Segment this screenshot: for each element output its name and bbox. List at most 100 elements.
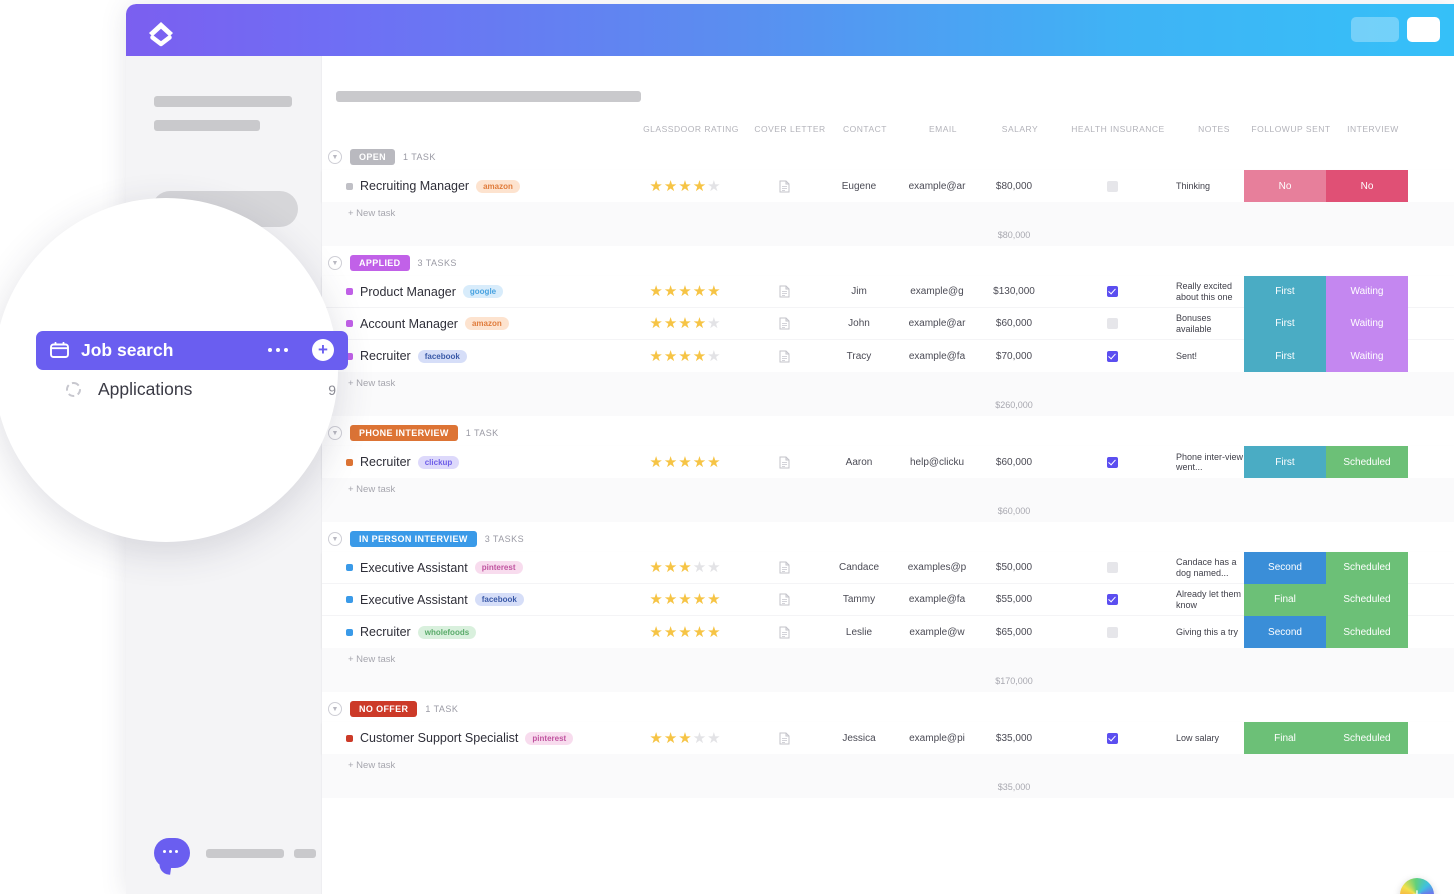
star-5[interactable]: ★ <box>707 349 720 364</box>
rating-stars[interactable]: ★ ★ ★ ★ ★ <box>649 592 720 607</box>
star-4[interactable]: ★ <box>693 455 706 470</box>
email-cell[interactable]: example@fa <box>898 340 976 372</box>
followup-sent-cell[interactable]: First <box>1244 446 1326 478</box>
rating-stars[interactable]: ★ ★ ★ ★ ★ <box>649 179 720 194</box>
rating-stars[interactable]: ★ ★ ★ ★ ★ <box>649 731 720 746</box>
task-name-cell[interactable]: Recruiter clickup <box>322 446 622 478</box>
task-name-cell[interactable]: Recruiter facebook <box>322 340 622 372</box>
contact-cell[interactable]: Eugene <box>820 170 898 202</box>
email-cell[interactable]: help@clicku <box>898 446 976 478</box>
email-cell[interactable]: example@w <box>898 616 976 648</box>
table-row[interactable]: Recruiter clickup ★ ★ ★ ★ ★ Aaron help@clicku $60… <box>322 446 1454 478</box>
followup-sent-cell[interactable]: Second <box>1244 616 1326 648</box>
star-1[interactable]: ★ <box>649 316 662 331</box>
sidebar-item-job-search[interactable]: Job search + <box>36 330 348 370</box>
notes-cell[interactable]: Low salary <box>1172 722 1244 754</box>
health-insurance-cell[interactable] <box>1052 722 1172 754</box>
followup-sent-cell[interactable]: No <box>1244 170 1326 202</box>
star-2[interactable]: ★ <box>664 592 677 607</box>
table-row[interactable]: Recruiter facebook ★ ★ ★ ★ ★ Tracy example@fa $70… <box>322 340 1454 372</box>
followup-sent-cell[interactable]: First <box>1244 307 1326 340</box>
rating-stars[interactable]: ★ ★ ★ ★ ★ <box>649 560 720 575</box>
glassdoor-rating-cell[interactable]: ★ ★ ★ ★ ★ <box>622 616 748 648</box>
rating-stars[interactable]: ★ ★ ★ ★ ★ <box>649 316 720 331</box>
interview-cell[interactable]: Scheduled <box>1326 722 1408 754</box>
star-5[interactable]: ★ <box>707 455 720 470</box>
star-4[interactable]: ★ <box>693 284 706 299</box>
contact-cell[interactable]: Jessica <box>820 722 898 754</box>
table-row[interactable]: Customer Support Specialist pinterest ★ ★ ★ ★… <box>322 722 1454 754</box>
contact-cell[interactable]: Jim <box>820 276 898 308</box>
task-name-cell[interactable]: Recruiting Manager amazon <box>322 170 622 202</box>
more-horizontal-icon[interactable] <box>267 347 288 353</box>
table-row[interactable]: Recruiting Manager amazon ★ ★ ★ ★ ★ Eugene examp… <box>322 170 1454 202</box>
topbar-solid-button[interactable] <box>1407 17 1440 42</box>
notes-cell[interactable]: Phone inter-view went... <box>1172 446 1244 478</box>
star-1[interactable]: ★ <box>649 560 662 575</box>
contact-cell[interactable]: John <box>820 308 898 340</box>
star-1[interactable]: ★ <box>649 284 662 299</box>
task-name-cell[interactable]: Executive Assistant facebook <box>322 584 622 616</box>
star-2[interactable]: ★ <box>664 179 677 194</box>
cover-letter-cell[interactable] <box>748 616 820 648</box>
plus-circle-icon[interactable]: + <box>312 339 334 361</box>
chevron-down-icon[interactable]: ▼ <box>328 256 342 270</box>
salary-cell[interactable]: $80,000 <box>976 170 1052 202</box>
star-3[interactable]: ★ <box>678 560 691 575</box>
star-4[interactable]: ★ <box>693 731 706 746</box>
salary-cell[interactable]: $65,000 <box>976 616 1052 648</box>
company-tag[interactable]: google <box>462 285 504 298</box>
star-3[interactable]: ★ <box>678 349 691 364</box>
notes-cell[interactable]: Bonuses available <box>1172 308 1244 340</box>
star-2[interactable]: ★ <box>664 455 677 470</box>
health-insurance-checkbox[interactable] <box>1106 456 1118 468</box>
star-5[interactable]: ★ <box>707 316 720 331</box>
star-5[interactable]: ★ <box>707 560 720 575</box>
rating-stars[interactable]: ★ ★ ★ ★ ★ <box>649 455 720 470</box>
interview-cell[interactable]: Scheduled <box>1326 616 1408 648</box>
star-5[interactable]: ★ <box>707 592 720 607</box>
salary-cell[interactable]: $35,000 <box>976 722 1052 754</box>
star-5[interactable]: ★ <box>707 731 720 746</box>
floating-add-button[interactable]: + <box>1400 878 1434 894</box>
document-icon[interactable] <box>779 561 790 574</box>
company-tag[interactable]: wholefoods <box>417 625 477 639</box>
document-icon[interactable] <box>779 732 790 745</box>
email-cell[interactable]: example@pi <box>898 722 976 754</box>
task-name-cell[interactable]: Account Manager amazon <box>322 308 622 340</box>
new-task-button[interactable]: + New task <box>322 754 1454 776</box>
star-3[interactable]: ★ <box>678 284 691 299</box>
task-name-cell[interactable]: Product Manager google <box>322 276 622 308</box>
followup-sent-cell[interactable]: Second <box>1244 551 1326 584</box>
status-badge[interactable]: PHONE INTERVIEW <box>350 425 458 441</box>
status-badge[interactable]: IN PERSON INTERVIEW <box>350 531 477 547</box>
notes-cell[interactable]: Really excited about this one <box>1172 276 1244 308</box>
glassdoor-rating-cell[interactable]: ★ ★ ★ ★ ★ <box>622 584 748 616</box>
document-icon[interactable] <box>779 593 790 606</box>
health-insurance-cell[interactable] <box>1052 170 1172 202</box>
interview-cell[interactable]: Scheduled <box>1326 446 1408 478</box>
notes-cell[interactable]: Sent! <box>1172 340 1244 372</box>
chat-bubble-icon[interactable] <box>154 838 190 868</box>
chevron-down-icon[interactable]: ▼ <box>328 426 342 440</box>
cover-letter-cell[interactable] <box>748 446 820 478</box>
status-badge[interactable]: OPEN <box>350 149 395 165</box>
interview-cell[interactable]: Scheduled <box>1326 583 1408 616</box>
followup-sent-cell[interactable]: Final <box>1244 722 1326 754</box>
task-name-cell[interactable]: Recruiter wholefoods <box>322 616 622 648</box>
chevron-down-icon[interactable]: ▼ <box>328 532 342 546</box>
rating-stars[interactable]: ★ ★ ★ ★ ★ <box>649 349 720 364</box>
health-insurance-checkbox[interactable] <box>1106 350 1118 362</box>
glassdoor-rating-cell[interactable]: ★ ★ ★ ★ ★ <box>622 308 748 340</box>
document-icon[interactable] <box>779 285 790 298</box>
star-4[interactable]: ★ <box>693 316 706 331</box>
star-3[interactable]: ★ <box>678 731 691 746</box>
company-tag[interactable]: pinterest <box>474 561 523 574</box>
salary-cell[interactable]: $55,000 <box>976 584 1052 616</box>
star-5[interactable]: ★ <box>707 179 720 194</box>
glassdoor-rating-cell[interactable]: ★ ★ ★ ★ ★ <box>622 552 748 584</box>
star-1[interactable]: ★ <box>649 731 662 746</box>
health-insurance-cell[interactable] <box>1052 446 1172 478</box>
new-task-button[interactable]: + New task <box>322 372 1454 394</box>
interview-cell[interactable]: No <box>1326 170 1408 202</box>
